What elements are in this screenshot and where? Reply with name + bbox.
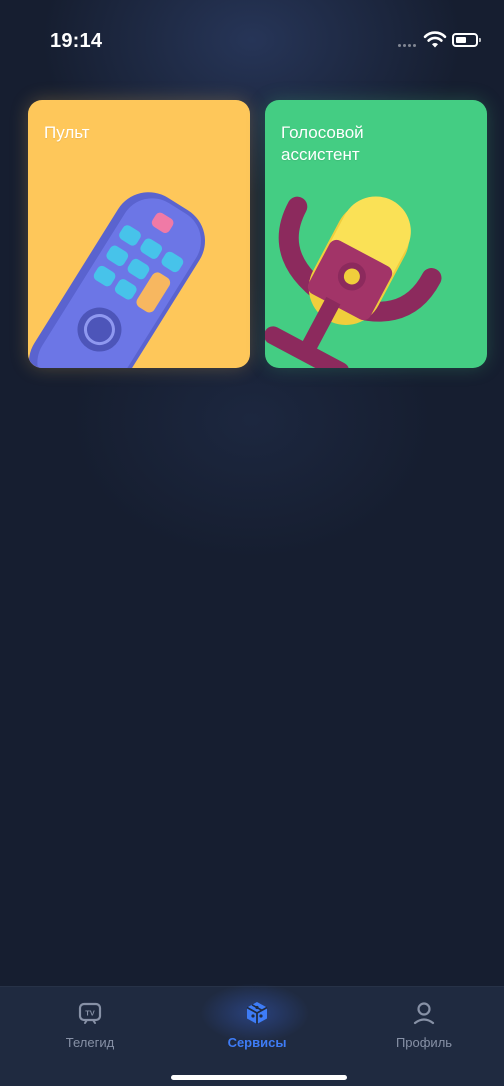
home-indicator <box>171 1075 347 1080</box>
tab-profile[interactable]: Профиль <box>354 997 494 1061</box>
service-card-title: Голосовой ассистент <box>281 123 364 164</box>
status-time: 19:14 <box>50 30 103 52</box>
cube-icon <box>246 1002 268 1024</box>
tv-icon: TV <box>78 1002 102 1024</box>
service-card-title: Пульт <box>44 123 90 142</box>
status-bar: 19:14 <box>0 0 504 80</box>
tab-tv-guide[interactable]: TV Телегид <box>20 997 160 1061</box>
user-icon <box>413 1002 435 1025</box>
tab-label: Профиль <box>395 1035 453 1050</box>
tab-services[interactable]: Сервисы <box>187 997 327 1061</box>
tab-label: Телегид <box>65 1035 115 1050</box>
tab-label: Сервисы <box>227 1035 287 1050</box>
bottom-nav: TV Телегид Сервисы Профиль <box>0 983 504 1086</box>
wifi-icon <box>423 31 447 48</box>
services-screen: 19:14 Пульт Голосовой ассистент TV Телег… <box>0 0 504 1086</box>
signal-dots-icon <box>398 44 416 47</box>
service-card-remote[interactable]: Пульт <box>28 100 250 368</box>
svg-text:TV: TV <box>85 1009 95 1018</box>
battery-icon <box>452 33 481 47</box>
service-card-voice-assistant[interactable]: Голосовой ассистент <box>265 100 487 368</box>
